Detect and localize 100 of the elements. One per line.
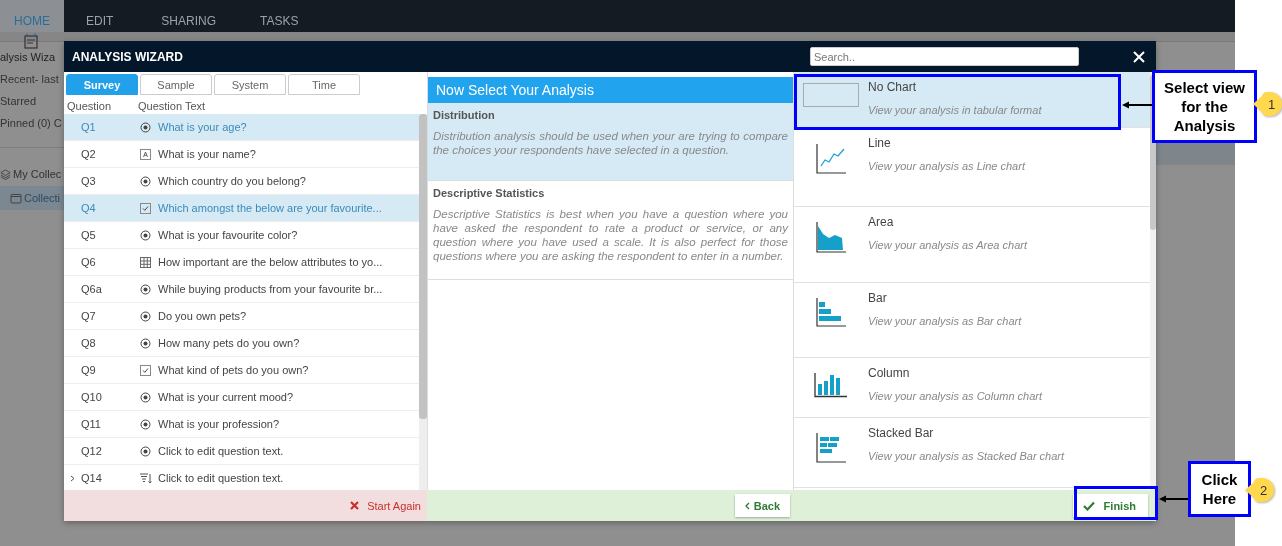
callout-note: Click Here [1188, 461, 1251, 517]
tree-label: My Collec [13, 168, 62, 180]
question-text: What is your profession? [158, 418, 280, 430]
question-text: What is your current mood? [158, 391, 294, 403]
question-id: Q4 [81, 202, 97, 214]
question-row[interactable]: Q10 What is your current mood? [64, 384, 419, 411]
chart-title: Area [868, 215, 895, 229]
menu-tab[interactable]: TASKS [238, 0, 321, 32]
question-text: While buying products from your favourite br... [158, 283, 383, 295]
chart-title: Column [868, 366, 911, 380]
layers-icon [0, 168, 11, 180]
back-button[interactable]: Back [734, 494, 790, 517]
tree-item[interactable]: My Collec [0, 162, 64, 186]
grid-icon [140, 256, 151, 268]
tab[interactable]: Sample [140, 74, 212, 95]
scrollbar[interactable] [419, 114, 427, 492]
callout-note: Select view for the Analysis [1152, 70, 1257, 143]
menu-tab[interactable]: EDIT [64, 0, 136, 32]
chart-option[interactable]: Area View your analysis as Area chart [794, 207, 1150, 283]
search-field[interactable]: Search.. [810, 47, 1079, 66]
close-icon[interactable] [1133, 50, 1145, 63]
radio-icon [140, 175, 151, 187]
pointer-arrow [1122, 101, 1152, 109]
chart-title: Bar [868, 291, 888, 305]
folder-icon [10, 192, 22, 204]
question-id: Q12 [81, 445, 103, 457]
question-text: What is your favourite color? [158, 229, 298, 241]
question-text: Click to edit question text. [158, 472, 284, 484]
question-row[interactable]: Q12 Click to edit question text. [64, 438, 419, 465]
question-id: Q7 [81, 310, 97, 322]
question-id: Q10 [81, 391, 103, 403]
chart-description: View your analysis as Column chart [868, 390, 1043, 402]
line-chart-icon [815, 142, 847, 174]
question-row[interactable]: Q9 What kind of pets do you own? [64, 357, 419, 384]
check-icon [1082, 500, 1095, 511]
question-text: Do you own pets? [158, 310, 247, 322]
question-id: Q8 [81, 337, 97, 349]
question-row[interactable]: Q11 What is your profession? [64, 411, 419, 438]
chart-description: View your analysis as Line chart [868, 160, 1025, 172]
column-header: Question [67, 100, 113, 112]
table-placeholder-icon [803, 83, 859, 107]
text-field-icon [140, 148, 151, 160]
menu-tab[interactable]: SHARING [135, 0, 239, 32]
step-badge: 2 [1245, 478, 1274, 502]
question-row[interactable]: Q6 How important are the below attributes to yo... [64, 249, 419, 276]
radio-icon [140, 445, 151, 457]
question-id: Q11 [81, 418, 102, 430]
radio-icon [140, 418, 151, 430]
close-icon [350, 501, 360, 510]
question-text: Click to edit question text. [158, 445, 284, 457]
chart-description: View your analysis as Stacked Bar chart [868, 450, 1065, 462]
chevron-icon[interactable] [70, 474, 75, 482]
tree-label: Collecti [24, 192, 61, 204]
question-text: How many pets do you own? [158, 337, 300, 349]
question-id: Q9 [81, 364, 97, 376]
chart-title: Line [868, 136, 892, 150]
chart-option[interactable]: No Chart View your analysis in tabular format [794, 72, 1150, 128]
bar-chart-icon [815, 297, 847, 329]
column-chart-icon [814, 372, 848, 398]
sidebar-item[interactable]: Recent- last [0, 73, 64, 85]
question-text: What is your name? [158, 148, 256, 160]
chart-title: Stacked Bar [868, 426, 935, 440]
column-header: Question Text [138, 100, 206, 112]
chart-title: No Chart [868, 80, 918, 94]
chart-description: View your analysis as Bar chart [868, 315, 1022, 327]
question-row[interactable]: Q8 How many pets do you own? [64, 330, 419, 357]
ranking-icon [140, 472, 152, 484]
radio-icon [140, 310, 151, 322]
question-text: What is your age? [158, 121, 247, 133]
sidebar-item[interactable]: Starred [0, 95, 64, 107]
checkbox-icon [140, 202, 151, 214]
option-title: Descriptive Statistics [433, 187, 546, 199]
question-row[interactable]: Q6a While buying products from your favourite br... [64, 276, 419, 303]
question-id: Q2 [81, 148, 97, 160]
question-row[interactable]: Q2 What is your name? [64, 141, 419, 168]
question-id: Q6 [81, 256, 97, 268]
radio-icon [140, 283, 151, 295]
chart-option[interactable]: Bar View your analysis as Bar chart [794, 283, 1150, 358]
tab[interactable]: System [214, 74, 286, 95]
question-row[interactable]: Q7 Do you own pets? [64, 303, 419, 330]
chart-option[interactable]: Column View your analysis as Column chart [794, 358, 1150, 418]
area-chart-icon [815, 221, 847, 253]
wizard-icon[interactable] [23, 33, 39, 49]
option-title: Distribution [433, 109, 496, 121]
radio-icon [140, 229, 151, 241]
tab[interactable]: Time [288, 74, 360, 95]
analysis-option[interactable]: Distribution Distribution analysis should be used when your are trying to compare the choices your respondents have selected in a question. [428, 103, 793, 181]
chart-description: View your analysis in tabular format [868, 104, 1042, 116]
radio-icon [140, 121, 151, 133]
radio-icon [140, 391, 151, 403]
question-text: How important are the below attributes to yo... [158, 256, 383, 268]
sidebar-item[interactable]: Pinned (0) C [0, 117, 64, 129]
start-again-button[interactable]: Start Again [346, 499, 427, 512]
sidebar-heading[interactable]: alysis Wiza [0, 51, 64, 63]
step-badge: 1 [1253, 92, 1282, 116]
finish-button[interactable]: Finish [1072, 494, 1148, 517]
radio-icon [140, 337, 151, 349]
question-row[interactable]: Q5 What is your favourite color? [64, 222, 419, 249]
chart-description: View your analysis as Area chart [868, 239, 1027, 251]
question-id: Q14 [81, 472, 103, 484]
